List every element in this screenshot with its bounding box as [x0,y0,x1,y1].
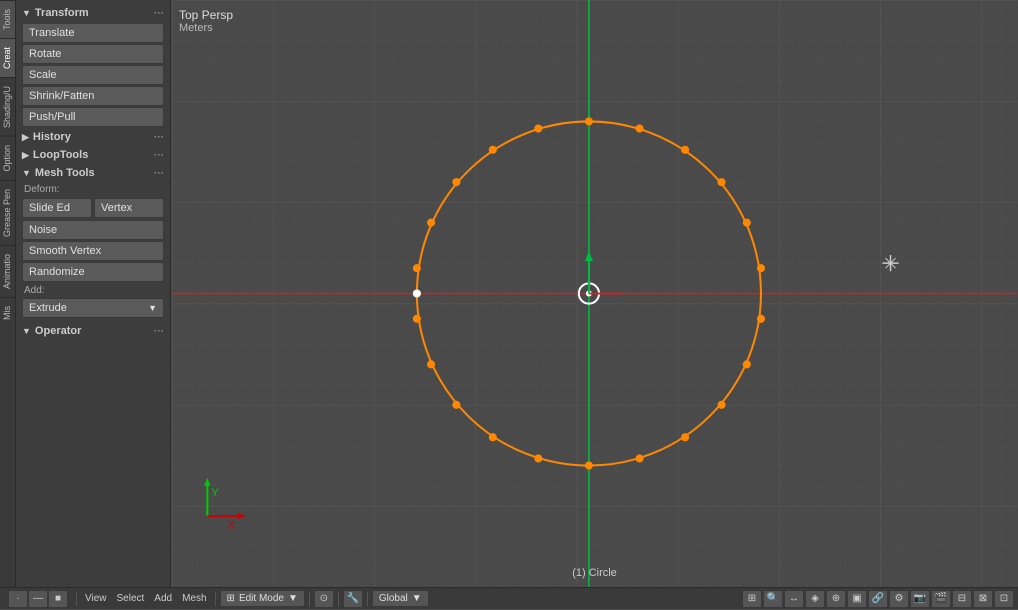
status-face-mode[interactable]: ■ [48,590,68,608]
add-label: Add: [22,283,164,297]
icon-btn-2[interactable]: 🔍 [763,590,783,608]
vtab-option[interactable]: Option [0,136,15,180]
vtab-shading[interactable]: Shading/U [0,77,15,136]
icon-btn-8[interactable]: ⚙ [889,590,909,608]
history-header[interactable]: ▶ History ··· [20,128,166,146]
mesh-tools-dots: ··· [154,168,164,179]
sep4 [338,592,339,606]
status-bar: · — ■ View Select Add Mesh ⊞ Edit Mode ▼… [0,587,1018,609]
icon-btn-12[interactable]: ⊠ [973,590,993,608]
looptools-arrow: ▶ [22,150,29,161]
translate-button[interactable]: Translate [22,23,164,43]
icon-btn-6[interactable]: ▣ [847,590,867,608]
operator-label: Operator [35,325,81,337]
vtab-grease[interactable]: Grease Pen [0,180,15,245]
mode-arrow: ▼ [288,593,298,604]
icon-btn-7[interactable]: 🔗 [868,590,888,608]
icon-btn-13[interactable]: ⊡ [994,590,1014,608]
global-selector[interactable]: Global ▼ [372,590,429,607]
global-label: Global [379,593,408,604]
mesh-tools-label: Mesh Tools [35,167,95,179]
status-vertex-mode[interactable]: · [8,590,28,608]
slide-vertex-row: Slide Ed Vertex [22,197,164,219]
transform-label: Transform [35,7,89,19]
status-edge-mode[interactable]: — [28,590,48,608]
transform-dots: ··· [154,8,164,19]
icon-btn-9[interactable]: 📷 [910,590,930,608]
extrude-label: Extrude [29,302,67,314]
noise-button[interactable]: Noise [22,220,164,240]
history-dots: ··· [154,132,164,143]
global-arrow: ▼ [412,593,422,604]
icon-btn-3[interactable]: ↔ [784,590,804,608]
mesh-menu[interactable]: Mesh [178,591,210,606]
mesh-tools-header[interactable]: ▼ Mesh Tools ··· [20,164,166,182]
snap-btn[interactable]: 🔧 [343,590,363,608]
looptools-header[interactable]: ▶ LoopTools ··· [20,146,166,164]
right-icons: ⊞ 🔍 ↔ ◈ ⊕ ▣ 🔗 ⚙ 📷 🎬 ⊟ ⊠ ⊡ [742,590,1014,608]
icon-btn-10[interactable]: 🎬 [931,590,951,608]
vertex-button[interactable]: Vertex [94,198,164,218]
transform-arrow: ▼ [22,8,31,18]
deform-label: Deform: [22,182,164,196]
view-menu[interactable]: View [81,591,111,606]
operator-header[interactable]: ▼ Operator ··· [20,322,166,340]
mode-selector[interactable]: ⊞ Edit Mode ▼ [220,590,305,607]
sep5 [367,592,368,606]
sep1 [76,592,77,606]
mesh-tools-arrow: ▼ [22,168,31,178]
icon-btn-11[interactable]: ⊟ [952,590,972,608]
randomize-button[interactable]: Randomize [22,262,164,282]
mesh-tools-content: Deform: Slide Ed Vertex Noise Smooth Ver… [20,182,166,318]
extrude-dropdown[interactable]: Extrude ▼ [22,298,164,318]
sep3 [309,592,310,606]
icon-btn-1[interactable]: ⊞ [742,590,762,608]
looptools-label: LoopTools [33,149,88,161]
vertical-tabs-panel: Tools Creat Shading/U Option Grease Pen … [0,0,16,587]
icon-btn-5[interactable]: ⊕ [826,590,846,608]
main-area: Tools Creat Shading/U Option Grease Pen … [0,0,1018,587]
viewport[interactable]: Y X Top Persp Meters (1) Circle [171,0,1018,587]
rotate-button[interactable]: Rotate [22,44,164,64]
select-menu[interactable]: Select [113,591,149,606]
shrink-fatten-button[interactable]: Shrink/Fatten [22,86,164,106]
vtab-tools[interactable]: Tools [0,0,15,38]
slide-edge-button[interactable]: Slide Ed [22,198,92,218]
smooth-vertex-button[interactable]: Smooth Vertex [22,241,164,261]
operator-dots: ··· [154,326,164,337]
looptools-dots: ··· [154,150,164,161]
icon-btn-4[interactable]: ◈ [805,590,825,608]
history-arrow: ▶ [22,132,29,143]
push-pull-button[interactable]: Push/Pull [22,107,164,127]
add-menu[interactable]: Add [150,591,176,606]
mode-icon: ⊞ [227,593,235,604]
sep2 [215,592,216,606]
vtab-creat[interactable]: Creat [0,38,15,77]
vtab-animatio[interactable]: Animatio [0,245,15,297]
pivot-btn[interactable]: ⊙ [314,590,334,608]
scale-button[interactable]: Scale [22,65,164,85]
viewport-svg: Y X [171,0,1018,587]
svg-text:Y: Y [211,487,219,499]
mode-label: Edit Mode [239,593,284,604]
transform-header[interactable]: ▼ Transform ··· [20,4,166,22]
vtab-mis[interactable]: Mis [0,297,15,328]
tool-panel: ▼ Transform ··· Translate Rotate Scale S… [16,0,171,587]
transform-content: Translate Rotate Scale Shrink/Fatten Pus… [20,23,166,127]
extrude-arrow: ▼ [148,303,157,313]
status-mode-icons[interactable]: · — ■ [4,588,72,610]
history-label: History [33,131,71,143]
svg-text:X: X [228,519,236,531]
operator-arrow: ▼ [22,326,31,336]
